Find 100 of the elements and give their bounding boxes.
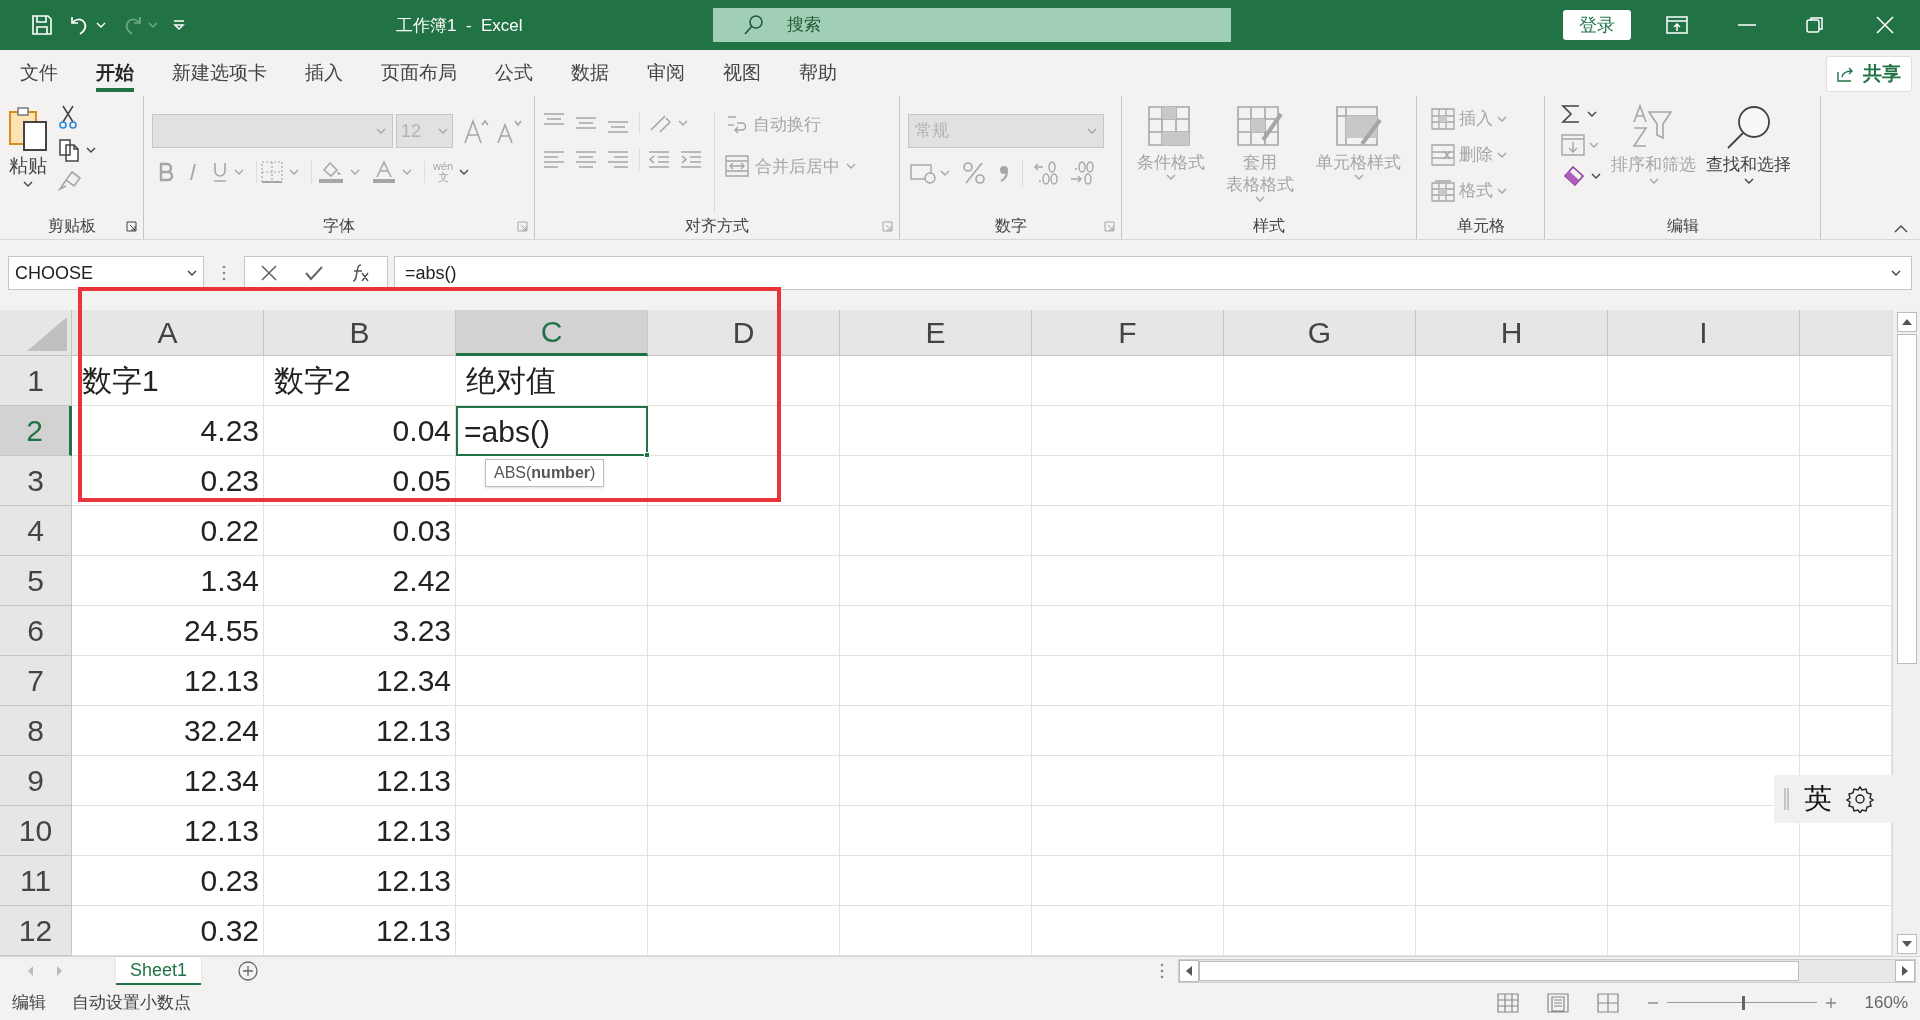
empty-cell[interactable] [648,556,840,606]
row-header[interactable]: 9 [0,756,72,806]
caret-icon[interactable] [86,147,96,153]
cut-icon[interactable] [58,104,78,130]
ribbon-display-options-icon[interactable] [1666,16,1688,34]
paste-button[interactable]: 粘贴 [8,102,48,187]
empty-cell[interactable] [456,656,648,706]
empty-cell[interactable] [840,706,1032,756]
row-header[interactable]: 12 [0,906,72,956]
fill-color-icon[interactable] [318,160,344,184]
insert-function-icon[interactable] [351,263,371,283]
row-header[interactable]: 2 [0,406,72,456]
empty-cell[interactable] [1224,456,1416,506]
column-header[interactable]: G [1224,310,1416,356]
sign-in-button[interactable]: 登录 [1563,10,1631,40]
menu-tab[interactable]: 视图 [723,50,761,96]
empty-cell[interactable] [840,506,1032,556]
row-header[interactable]: 1 [0,356,72,406]
menu-tab[interactable]: 公式 [495,50,533,96]
increase-decimal-icon[interactable] [1033,160,1059,186]
caret-icon[interactable] [1891,270,1901,276]
column-header[interactable]: C [456,310,648,356]
next-sheet-icon[interactable] [56,965,64,977]
zoom-slider-thumb[interactable] [1741,995,1745,1010]
scrollbar-thumb[interactable] [1199,961,1799,981]
column-header[interactable]: B [264,310,456,356]
vertical-scrollbar[interactable] [1892,310,1920,956]
settings-icon[interactable] [1846,785,1874,813]
empty-cell[interactable] [1416,856,1608,906]
caret-icon[interactable] [459,169,470,175]
empty-cell[interactable] [1032,856,1224,906]
scroll-right-icon[interactable] [1895,960,1915,982]
empty-cell[interactable] [1416,806,1608,856]
empty-cell[interactable] [1224,556,1416,606]
enter-icon[interactable] [305,265,323,281]
align-center-icon[interactable] [575,148,597,170]
active-cell[interactable]: =abs() [456,406,648,456]
empty-cell[interactable] [1032,656,1224,706]
empty-cell[interactable] [456,506,648,556]
row-header[interactable]: 6 [0,606,72,656]
name-box[interactable]: CHOOSE [8,256,204,290]
empty-cell[interactable] [1608,556,1800,606]
decrease-decimal-icon[interactable] [1069,160,1095,186]
restore-icon[interactable] [1806,16,1824,34]
previous-sheet-icon[interactable] [26,965,34,977]
empty-cell[interactable] [1416,356,1608,406]
bold-icon[interactable] [158,162,174,182]
empty-cell[interactable] [648,806,840,856]
ime-mode[interactable]: 英 [1804,778,1832,820]
empty-cell[interactable] [840,756,1032,806]
caret-icon[interactable] [1587,111,1597,117]
empty-cell[interactable] [1416,456,1608,506]
increase-font-size-icon[interactable] [462,117,492,145]
empty-cell[interactable] [1032,506,1224,556]
column-header[interactable]: I [1608,310,1800,356]
empty-cell[interactable] [648,406,840,456]
caret-icon[interactable] [23,180,33,187]
empty-cell[interactable] [1224,806,1416,856]
empty-cell[interactable] [1416,756,1608,806]
percent-style-icon[interactable] [962,161,986,185]
decrease-indent-icon[interactable] [648,148,670,170]
empty-cell[interactable] [1032,706,1224,756]
customize-toolbar-icon[interactable] [172,18,186,32]
empty-cell[interactable] [1608,606,1800,656]
empty-cell[interactable] [1416,656,1608,706]
row-header[interactable]: 10 [0,806,72,856]
empty-cell[interactable] [456,706,648,756]
sum-icon[interactable] [1561,104,1581,124]
zoom-slider[interactable] [1666,995,1817,1010]
empty-cell[interactable] [1608,656,1800,706]
empty-cell[interactable] [1416,506,1608,556]
empty-cell[interactable] [840,856,1032,906]
menu-tab[interactable]: 开始 [96,50,134,96]
empty-cell[interactable] [840,456,1032,506]
empty-cell[interactable] [1416,706,1608,756]
empty-cell[interactable] [840,356,1032,406]
column-header[interactable]: A [72,310,264,356]
scroll-up-icon[interactable] [1896,312,1917,332]
orientation-icon[interactable] [648,112,674,134]
row-header[interactable]: 11 [0,856,72,906]
empty-cell[interactable] [1032,406,1224,456]
empty-cell[interactable] [840,406,1032,456]
empty-cell[interactable] [648,456,840,506]
empty-cell[interactable] [456,806,648,856]
scroll-left-icon[interactable] [1179,960,1199,982]
dialog-launcher-icon[interactable] [126,221,137,232]
menu-tab[interactable]: 插入 [305,50,343,96]
scroll-down-icon[interactable] [1896,934,1917,954]
fill-down-icon[interactable] [1561,134,1585,156]
empty-cell[interactable] [1416,406,1608,456]
row-header[interactable]: 4 [0,506,72,556]
menu-tab[interactable]: 审阅 [647,50,685,96]
empty-cell[interactable] [648,506,840,556]
column-header[interactable]: F [1032,310,1224,356]
formula-input[interactable]: =abs() [394,256,1912,290]
align-right-icon[interactable] [607,148,629,170]
empty-cell[interactable] [1224,756,1416,806]
column-header[interactable]: D [648,310,840,356]
empty-cell[interactable] [1032,456,1224,506]
empty-cell[interactable] [840,556,1032,606]
